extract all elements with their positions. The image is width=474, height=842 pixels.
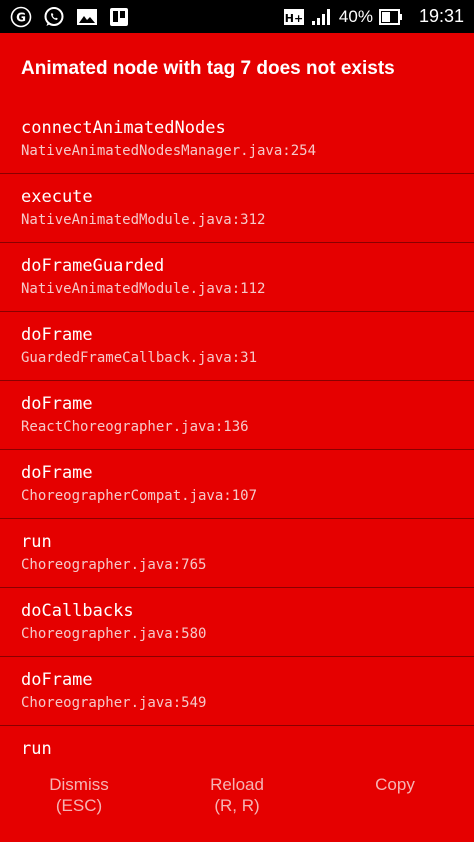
frame-method: doFrame	[21, 670, 93, 690]
trello-icon	[109, 7, 129, 27]
stack-frame[interactable]: doFrameGuarded NativeAnimatedModule.java…	[0, 243, 474, 312]
status-bar: G H+ 40% 19:31	[0, 0, 474, 33]
stack-frame[interactable]: run Choreographer.java:765	[0, 519, 474, 588]
whatsapp-icon	[43, 6, 65, 28]
frame-method: run	[21, 739, 52, 759]
stack-frame[interactable]: connectAnimatedNodes NativeAnimatedNodes…	[0, 105, 474, 174]
dismiss-button[interactable]: Dismiss (ESC)	[0, 762, 158, 842]
copy-button[interactable]: Copy	[316, 762, 474, 842]
stack-frame[interactable]: doFrame GuardedFrameCallback.java:31	[0, 312, 474, 381]
frame-method: connectAnimatedNodes	[21, 118, 226, 138]
frame-method: doFrame	[21, 394, 93, 414]
reload-shortcut: (R, R)	[214, 796, 260, 815]
battery-percent: 40%	[338, 6, 373, 26]
reload-button[interactable]: Reload (R, R)	[158, 762, 316, 842]
frame-file: Choreographer.java:549	[21, 695, 207, 711]
stack-trace-list[interactable]: connectAnimatedNodes NativeAnimatedNodes…	[0, 105, 474, 762]
reload-label: Reload	[210, 775, 264, 794]
copy-label: Copy	[375, 775, 415, 794]
frame-method: run	[21, 532, 52, 552]
frame-file: Choreographer.java:580	[21, 626, 207, 642]
stack-frame[interactable]: execute NativeAnimatedModule.java:312	[0, 174, 474, 243]
frame-file: ReactChoreographer.java:136	[21, 419, 249, 435]
signal-icon	[311, 8, 333, 26]
frame-file: ChoreographerCompat.java:107	[21, 488, 258, 504]
frame-file: GuardedFrameCallback.java:31	[21, 350, 258, 366]
svg-text:H+: H+	[285, 12, 303, 25]
notification-icons: G	[10, 6, 129, 28]
frame-method: doFrame	[21, 325, 93, 345]
frame-method: doFrame	[21, 463, 93, 483]
system-status: H+ 40% 19:31	[283, 6, 464, 27]
frame-method: doCallbacks	[21, 601, 134, 621]
stack-frame[interactable]: doFrame Choreographer.java:549	[0, 657, 474, 726]
stack-frame[interactable]: doCallbacks Choreographer.java:580	[0, 588, 474, 657]
error-title: Animated node with tag 7 does not exists	[21, 58, 395, 79]
frame-file: NativeAnimatedNodesManager.java:254	[21, 143, 317, 159]
redbox-actions: Dismiss (ESC) Reload (R, R) Copy	[0, 762, 474, 842]
dismiss-label: Dismiss	[49, 775, 109, 794]
clock: 19:31	[418, 6, 464, 26]
frame-file: NativeAnimatedModule.java:312	[21, 212, 266, 228]
stack-frame[interactable]: doFrame ReactChoreographer.java:136	[0, 381, 474, 450]
frame-method: execute	[21, 187, 93, 207]
image-icon	[76, 8, 98, 26]
network-type-badge: H+	[283, 7, 305, 27]
frame-method: doFrameGuarded	[21, 256, 165, 276]
g-icon: G	[10, 6, 32, 28]
svg-text:G: G	[16, 10, 26, 24]
stack-frame[interactable]: run	[0, 726, 474, 762]
stack-frame[interactable]: doFrame ChoreographerCompat.java:107	[0, 450, 474, 519]
dismiss-shortcut: (ESC)	[55, 796, 103, 815]
frame-file: Choreographer.java:765	[21, 557, 207, 573]
frame-file: NativeAnimatedModule.java:112	[21, 281, 266, 297]
battery-icon	[378, 8, 403, 26]
